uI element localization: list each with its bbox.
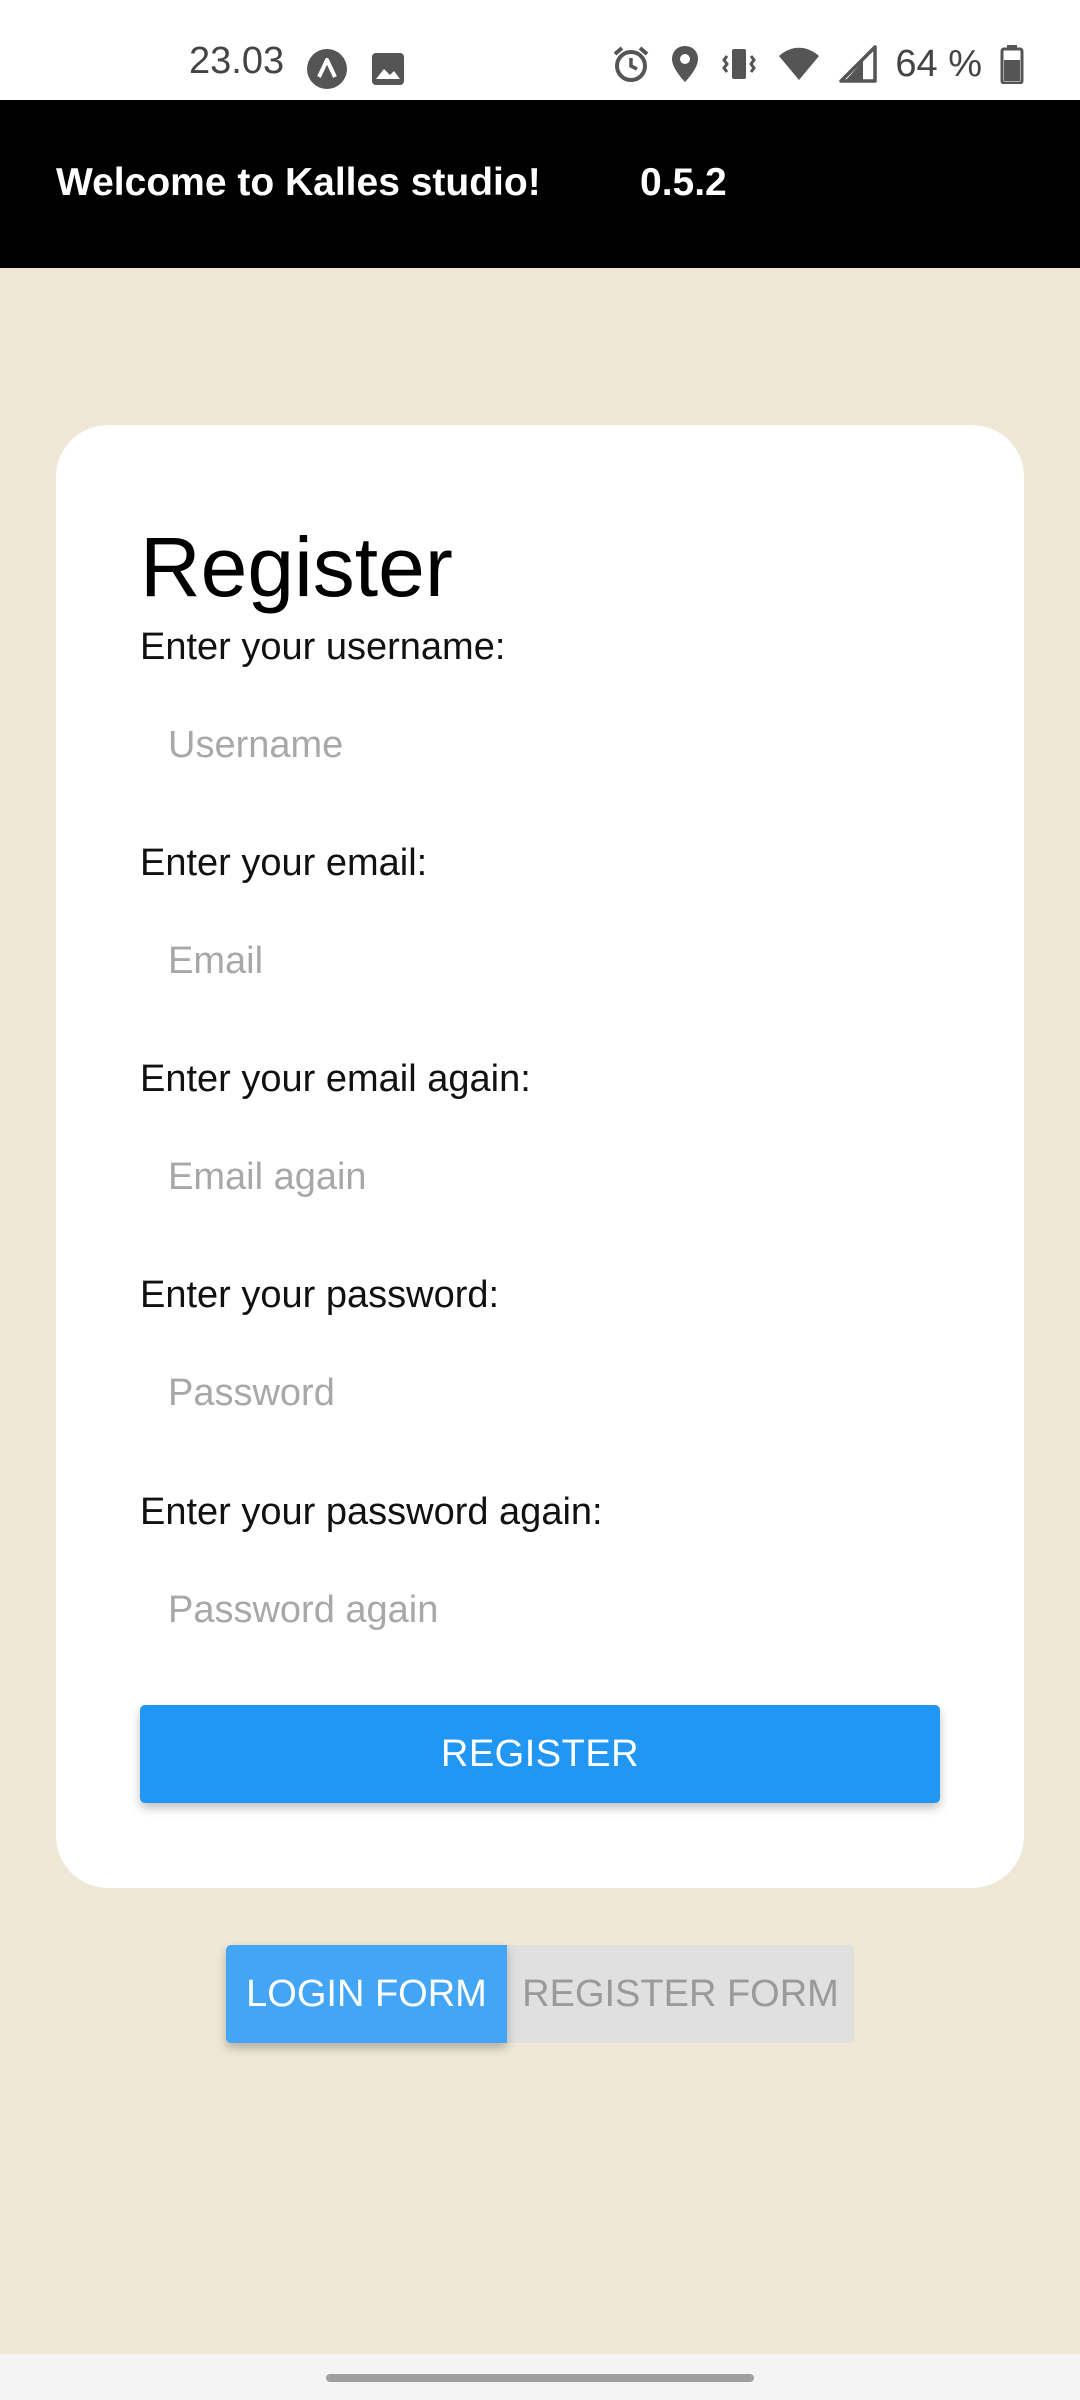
email-label: Enter your email: bbox=[140, 842, 428, 884]
navigation-bar bbox=[0, 2354, 1080, 2400]
app-header: Welcome to Kalles studio! 0.5.2 bbox=[0, 100, 1080, 268]
vibrate-icon bbox=[719, 44, 759, 84]
battery-percentage: 64 % bbox=[895, 43, 982, 85]
status-system-icons: 64 % bbox=[611, 44, 1024, 84]
email-input[interactable] bbox=[140, 921, 940, 1001]
email-again-input[interactable] bbox=[140, 1137, 940, 1217]
app-title: Welcome to Kalles studio! bbox=[56, 161, 541, 204]
status-time: 23.03 bbox=[189, 40, 285, 82]
username-input[interactable] bbox=[140, 705, 940, 785]
alarm-icon bbox=[611, 44, 651, 84]
battery-icon bbox=[1000, 44, 1024, 84]
register-form-button[interactable]: REGISTER FORM bbox=[507, 1945, 854, 2043]
app-a-icon bbox=[306, 48, 348, 90]
register-card: Register Enter your username: Enter your… bbox=[56, 425, 1024, 1888]
password-again-input[interactable] bbox=[140, 1570, 940, 1650]
image-icon bbox=[370, 51, 406, 87]
form-toggle: LOGIN FORM REGISTER FORM bbox=[226, 1945, 854, 2043]
password-again-label: Enter your password again: bbox=[140, 1491, 603, 1533]
status-bar: 23.03 64 % bbox=[0, 0, 1080, 100]
email-again-label: Enter your email again: bbox=[140, 1058, 531, 1100]
wifi-icon bbox=[777, 46, 821, 82]
form-title: Register bbox=[140, 520, 453, 614]
login-form-button[interactable]: LOGIN FORM bbox=[226, 1945, 507, 2043]
password-input[interactable] bbox=[140, 1353, 940, 1433]
location-icon bbox=[669, 44, 701, 84]
status-notification-icons bbox=[306, 48, 406, 90]
register-button[interactable]: REGISTER bbox=[140, 1705, 940, 1803]
home-gesture-handle[interactable] bbox=[326, 2374, 754, 2382]
app-version: 0.5.2 bbox=[640, 161, 727, 204]
password-label: Enter your password: bbox=[140, 1274, 500, 1316]
signal-icon bbox=[839, 45, 878, 83]
username-label: Enter your username: bbox=[140, 626, 506, 668]
